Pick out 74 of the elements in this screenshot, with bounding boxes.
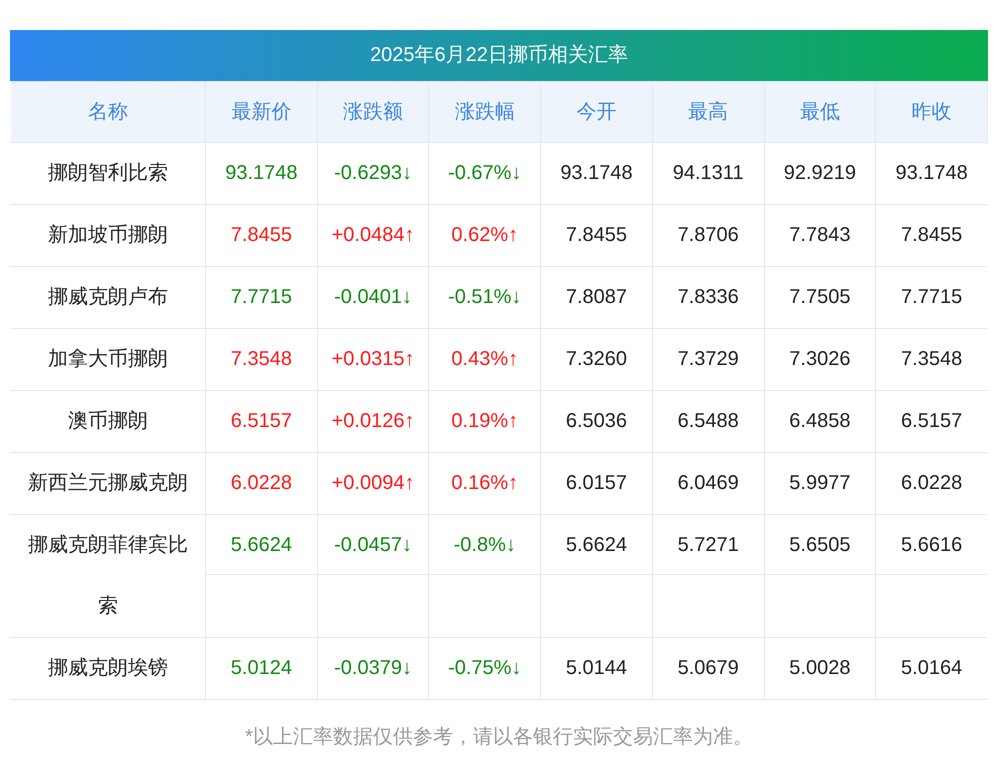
currency-pair-name: 挪威克朗卢布: [48, 286, 168, 308]
currency-pair-name: 新西兰元挪威克朗: [28, 472, 188, 494]
change-amount: +0.0126↑: [332, 410, 414, 432]
latest-price: 7.7715: [230, 286, 292, 308]
latest-price: 5.0124: [230, 657, 292, 679]
low-price: 92.9219: [784, 162, 856, 184]
currency-pair-name: 挪威克朗菲律宾比索: [28, 534, 188, 617]
high-price: 5.7271: [678, 534, 739, 556]
column-header: 昨收: [876, 82, 988, 142]
change-percent: 0.62%↑: [451, 224, 518, 246]
change-percent: 0.19%↑: [451, 410, 518, 432]
previous-close: 7.7715: [901, 286, 962, 308]
footnote: *以上汇率数据仅供参考，请以各银行实际交易汇率为准。: [244, 725, 754, 750]
previous-close: 6.0228: [901, 472, 962, 494]
currency-pair-name: 挪威克朗埃镑: [48, 657, 168, 679]
change-percent: -0.51%↓: [448, 286, 522, 308]
change-amount: -0.0379↓: [334, 657, 412, 679]
low-price: 5.0028: [789, 657, 850, 679]
previous-close: 7.8455: [901, 224, 962, 246]
column-header: 今开: [540, 82, 652, 142]
change-amount: -0.0401↓: [334, 286, 412, 308]
previous-close: 93.1748: [895, 162, 968, 184]
change-percent: 0.16%↑: [451, 472, 518, 494]
previous-close: 6.5157: [901, 410, 962, 432]
currency-pair-name: 新加坡币挪朗: [48, 224, 168, 246]
open-price: 5.0144: [566, 657, 628, 679]
latest-price: 6.5157: [230, 410, 292, 432]
latest-price: 93.1748: [225, 162, 298, 184]
low-price: 7.7843: [789, 224, 850, 246]
open-price: 6.5036: [566, 410, 628, 432]
high-price: 7.8706: [678, 224, 739, 246]
low-price: 6.4858: [789, 410, 850, 432]
open-price: 7.8087: [566, 286, 628, 308]
column-header: 涨跌幅: [428, 82, 541, 142]
table-title: 2025年6月22日挪币相关汇率: [10, 30, 988, 81]
currency-pair-name: 加拿大币挪朗: [48, 348, 168, 370]
column-header: 名称: [10, 82, 206, 142]
previous-close: 7.3548: [901, 348, 962, 370]
change-amount: -0.6293↓: [334, 162, 412, 184]
high-price: 7.3729: [678, 348, 739, 370]
open-price: 7.3260: [566, 348, 628, 370]
high-price: 6.5488: [678, 410, 739, 432]
change-amount: -0.0457↓: [334, 534, 412, 556]
open-price: 5.6624: [566, 534, 628, 556]
low-price: 7.7505: [789, 286, 850, 308]
column-header: 最低: [764, 82, 876, 142]
change-percent: -0.8%↓: [454, 534, 516, 556]
currency-pair-name: 澳币挪朗: [68, 410, 148, 432]
change-percent: 0.43%↑: [451, 348, 518, 370]
open-price: 93.1748: [560, 162, 633, 184]
open-price: 7.8455: [566, 224, 628, 246]
column-header: 最高: [652, 82, 764, 142]
change-percent: -0.75%↓: [448, 657, 522, 679]
high-price: 6.0469: [678, 472, 739, 494]
low-price: 5.6505: [789, 534, 850, 556]
low-price: 5.9977: [789, 472, 850, 494]
column-header: 涨跌额: [317, 82, 429, 142]
change-amount: +0.0484↑: [332, 224, 414, 246]
high-price: 5.0679: [678, 657, 739, 679]
change-amount: +0.0094↑: [332, 472, 414, 494]
previous-close: 5.0164: [901, 657, 962, 679]
high-price: 7.8336: [678, 286, 739, 308]
change-amount: +0.0315↑: [332, 348, 414, 370]
latest-price: 7.8455: [230, 224, 292, 246]
previous-close: 5.6616: [901, 534, 962, 556]
latest-price: 7.3548: [230, 348, 292, 370]
high-price: 94.1311: [672, 162, 744, 184]
open-price: 6.0157: [566, 472, 628, 494]
currency-pair-name: 挪朗智利比索: [48, 162, 168, 184]
change-percent: -0.67%↓: [448, 162, 522, 184]
latest-price: 6.0228: [230, 472, 292, 494]
low-price: 7.3026: [789, 348, 850, 370]
column-header: 最新价: [206, 82, 318, 142]
latest-price: 5.6624: [230, 534, 292, 556]
